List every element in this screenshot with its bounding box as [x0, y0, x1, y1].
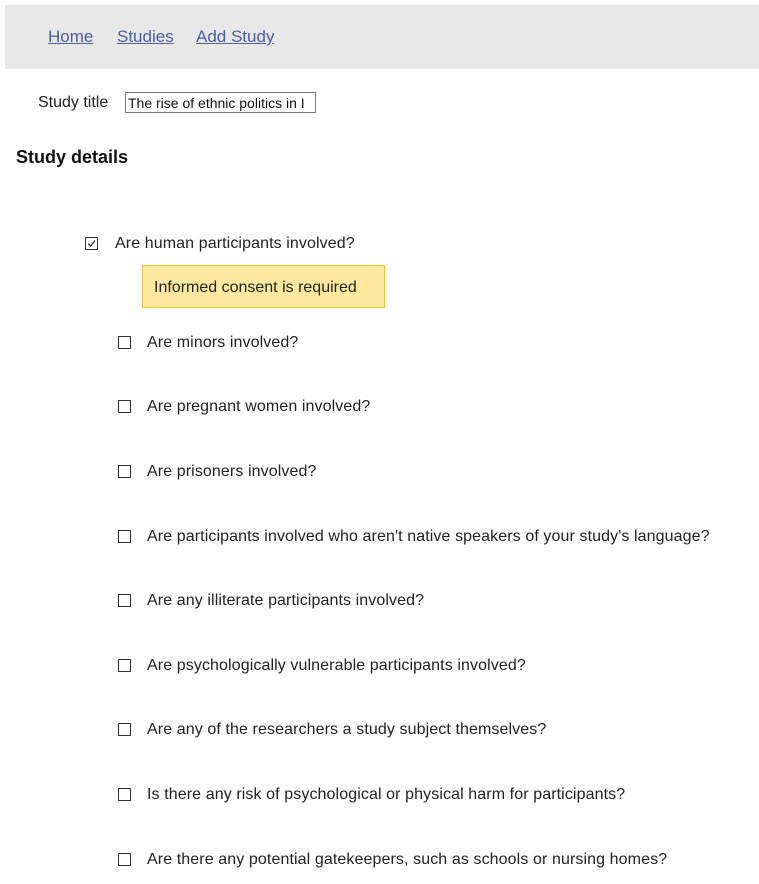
- question-label-researchers-subjects: Are any of the researchers a study subje…: [147, 721, 547, 738]
- question-label-non-native-speakers: Are participants involved who aren't nat…: [147, 528, 710, 545]
- question-checkbox-risk-of-harm[interactable]: [118, 788, 131, 801]
- question-label-gatekeepers: Are there any potential gatekeepers, suc…: [147, 851, 668, 868]
- nav-link-home[interactable]: Home: [48, 27, 93, 47]
- question-label-risk-of-harm: Is there any risk of psychological or ph…: [147, 786, 626, 803]
- question-checkbox-non-native-speakers[interactable]: [118, 530, 131, 543]
- question-label-illiterate: Are any illiterate participants involved…: [147, 592, 425, 609]
- human-participants-question: Are human participants involved?: [115, 235, 355, 252]
- question-checkbox-prisoners[interactable]: [118, 465, 131, 478]
- informed-consent-notice: Informed consent is required: [142, 265, 385, 308]
- question-checkbox-researchers-subjects[interactable]: [118, 723, 131, 736]
- nav-link-studies[interactable]: Studies: [117, 27, 174, 47]
- section-heading-study-details: Study details: [16, 147, 129, 167]
- question-label-pregnant-women: Are pregnant women involved?: [147, 398, 371, 415]
- question-checkbox-pregnant-women[interactable]: [118, 400, 131, 413]
- nav-link-add-study[interactable]: Add Study: [196, 27, 274, 47]
- question-label-psychologically-vulnerable: Are psychologically vulnerable participa…: [147, 657, 526, 674]
- question-label-minors: Are minors involved?: [147, 334, 299, 351]
- question-checkbox-psychologically-vulnerable[interactable]: [118, 659, 131, 672]
- study-title-input[interactable]: [125, 92, 316, 113]
- question-checkbox-illiterate[interactable]: [118, 594, 131, 607]
- question-checkbox-gatekeepers[interactable]: [118, 853, 131, 866]
- question-checkbox-minors[interactable]: [118, 336, 131, 349]
- checkmark-icon: [87, 240, 96, 247]
- study-title-label: Study title: [38, 94, 109, 111]
- human-participants-checkbox[interactable]: [85, 237, 98, 250]
- top-nav-bar: Home Studies Add Study: [5, 5, 759, 69]
- question-label-prisoners: Are prisoners involved?: [147, 463, 317, 480]
